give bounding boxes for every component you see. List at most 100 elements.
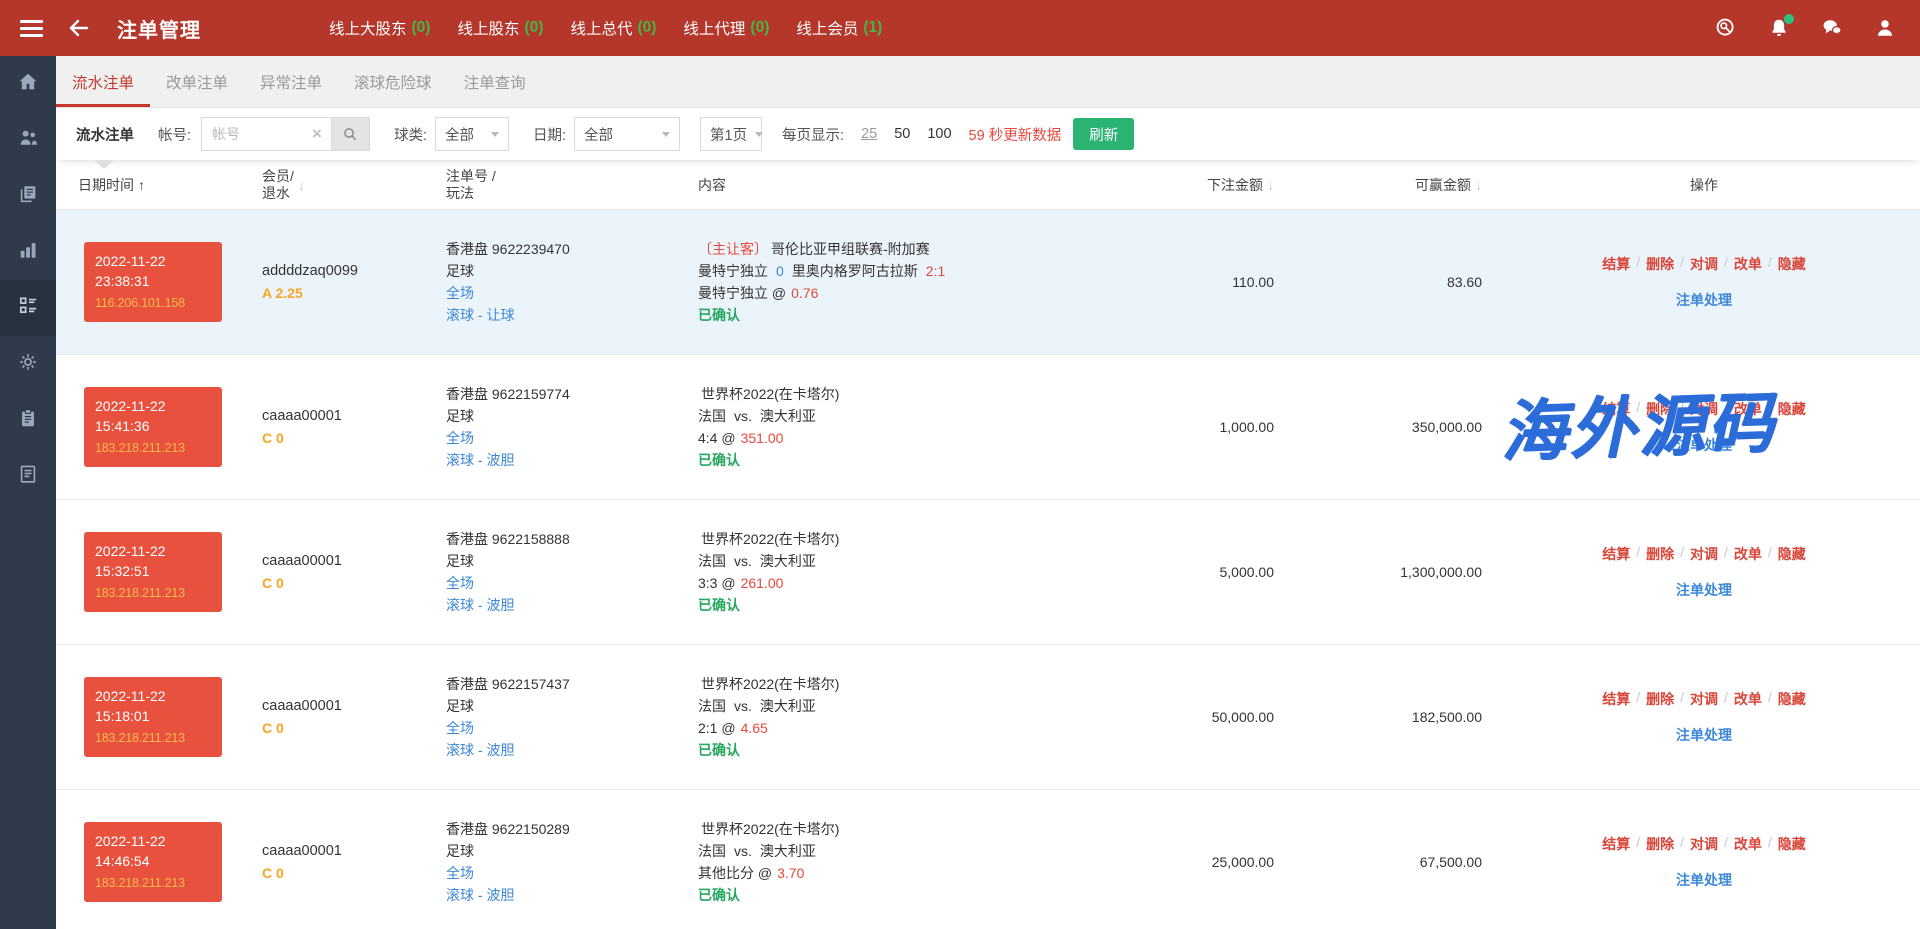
win-amount: 350,000.00 <box>1280 419 1488 435</box>
header-win-amount[interactable]: 可赢金额↓ <box>1280 175 1488 195</box>
refresh-button[interactable]: 刷新 <box>1073 118 1134 150</box>
sidebar-item-logs[interactable] <box>0 448 56 504</box>
member-rebate: C 0 <box>262 430 436 446</box>
nav-online-agent[interactable]: 线上代理(0) <box>683 17 769 39</box>
scope-link[interactable]: 全场 <box>446 717 688 739</box>
modify-link[interactable]: 改单 <box>1734 834 1762 854</box>
top-icons <box>1715 17 1896 39</box>
tab-rolling-danger-ball[interactable]: 滚球危险球 <box>338 56 448 107</box>
hide-link[interactable]: 隐藏 <box>1778 399 1806 419</box>
bet-amount: 50,000.00 <box>1104 709 1280 725</box>
search-icon[interactable] <box>1715 17 1737 39</box>
top-bar: 注单管理 线上大股东(0) 线上股东(0) 线上总代(0) 线上代理(0) 线上… <box>0 0 1920 56</box>
settle-link[interactable]: 结算 <box>1602 254 1630 274</box>
count-badge: (1) <box>863 19 882 37</box>
bet-date: 2022-11-22 <box>95 831 211 851</box>
nav-online-big-shareholder[interactable]: 线上大股东(0) <box>329 17 430 39</box>
sidebar-item-home[interactable] <box>0 56 56 112</box>
page-title: 注单管理 <box>117 14 201 43</box>
league-name: 世界杯2022(在卡塔尔) <box>701 531 839 547</box>
per-page-25[interactable]: 25 <box>861 126 877 142</box>
header-datetime[interactable]: 日期时间↑ <box>56 175 252 195</box>
ball-type-select[interactable]: 全部 <box>435 117 509 151</box>
delete-link[interactable]: 删除 <box>1646 834 1674 854</box>
account-input[interactable] <box>202 126 310 142</box>
clear-icon[interactable]: × <box>310 124 331 144</box>
search-button[interactable] <box>331 118 369 150</box>
menu-icon[interactable] <box>20 16 43 41</box>
member-rebate: C 0 <box>262 720 436 736</box>
notification-dot <box>1784 14 1794 24</box>
tab-abnormal-orders[interactable]: 异常注单 <box>244 56 338 107</box>
process-order-link[interactable]: 注单处理 <box>1488 580 1920 600</box>
sidebar-item-members[interactable] <box>0 112 56 168</box>
swap-link[interactable]: 对调 <box>1690 544 1718 564</box>
settle-link[interactable]: 结算 <box>1602 689 1630 709</box>
nav-online-master-agent[interactable]: 线上总代(0) <box>570 17 656 39</box>
play-type-link[interactable]: 滚球 - 让球 <box>446 304 688 326</box>
main-content: 流水注单 改单注单 异常注单 滚球危险球 注单查询 流水注单 帐号: × 球类: <box>56 56 1920 929</box>
delete-link[interactable]: 删除 <box>1646 689 1674 709</box>
users-icon <box>17 126 40 154</box>
play-type-link[interactable]: 滚球 - 波胆 <box>446 739 688 761</box>
modify-link[interactable]: 改单 <box>1734 689 1762 709</box>
modify-link[interactable]: 改单 <box>1734 254 1762 274</box>
scope-link[interactable]: 全场 <box>446 572 688 594</box>
date-select[interactable]: 全部 <box>574 117 680 151</box>
nav-online-member[interactable]: 线上会员(1) <box>796 17 882 39</box>
settle-link[interactable]: 结算 <box>1602 399 1630 419</box>
sidebar-item-statistics[interactable] <box>0 224 56 280</box>
scope-link[interactable]: 全场 <box>446 282 688 304</box>
hide-link[interactable]: 隐藏 <box>1778 689 1806 709</box>
bet-date: 2022-11-22 <box>95 396 211 416</box>
swap-link[interactable]: 对调 <box>1690 399 1718 419</box>
tab-modified-orders[interactable]: 改单注单 <box>150 56 244 107</box>
delete-link[interactable]: 删除 <box>1646 399 1674 419</box>
delete-link[interactable]: 删除 <box>1646 544 1674 564</box>
league-name: 世界杯2022(在卡塔尔) <box>701 821 839 837</box>
process-order-link[interactable]: 注单处理 <box>1488 435 1920 455</box>
filter-bar: 流水注单 帐号: × 球类: 全部 日期: 全部 第1页 每页显示: 25 50 <box>56 108 1920 160</box>
tab-order-query[interactable]: 注单查询 <box>448 56 542 107</box>
sidebar-item-settings[interactable] <box>0 336 56 392</box>
swap-link[interactable]: 对调 <box>1690 254 1718 274</box>
order-sport: 足球 <box>446 550 688 572</box>
swap-link[interactable]: 对调 <box>1690 689 1718 709</box>
order-market: 香港盘 9622157437 <box>446 673 688 695</box>
win-amount: 83.60 <box>1280 274 1488 290</box>
header-bet-amount[interactable]: 下注金额↓ <box>1104 175 1280 195</box>
modify-link[interactable]: 改单 <box>1734 399 1762 419</box>
nav-online-shareholder[interactable]: 线上股东(0) <box>457 17 543 39</box>
settle-link[interactable]: 结算 <box>1602 544 1630 564</box>
modify-link[interactable]: 改单 <box>1734 544 1762 564</box>
process-order-link[interactable]: 注单处理 <box>1488 290 1920 310</box>
row-actions: 结算/ 删除/ 对调/ 改单/ 隐藏 <box>1488 399 1920 419</box>
sidebar-item-reports[interactable] <box>0 168 56 224</box>
user-icon[interactable] <box>1874 17 1896 39</box>
header-member-rebate[interactable]: 会员/退水↓ <box>252 168 436 202</box>
page-select[interactable]: 第1页 <box>700 117 762 151</box>
notifications-icon[interactable] <box>1768 17 1790 39</box>
play-type-link[interactable]: 滚球 - 波胆 <box>446 449 688 471</box>
tab-flow-orders[interactable]: 流水注单 <box>56 56 150 107</box>
play-type-link[interactable]: 滚球 - 波胆 <box>446 884 688 906</box>
per-page-50[interactable]: 50 <box>894 126 910 142</box>
hide-link[interactable]: 隐藏 <box>1778 544 1806 564</box>
hide-link[interactable]: 隐藏 <box>1778 834 1806 854</box>
messages-icon[interactable] <box>1821 17 1843 39</box>
process-order-link[interactable]: 注单处理 <box>1488 725 1920 745</box>
sidebar-item-tasks[interactable] <box>0 392 56 448</box>
per-page-100[interactable]: 100 <box>927 126 951 142</box>
delete-link[interactable]: 删除 <box>1646 254 1674 274</box>
home-team: 曼特宁独立 <box>698 263 768 279</box>
settle-link[interactable]: 结算 <box>1602 834 1630 854</box>
sidebar-item-orders[interactable] <box>0 280 56 336</box>
swap-link[interactable]: 对调 <box>1690 834 1718 854</box>
back-icon[interactable] <box>67 16 91 40</box>
process-order-link[interactable]: 注单处理 <box>1488 870 1920 890</box>
scope-link[interactable]: 全场 <box>446 427 688 449</box>
scope-link[interactable]: 全场 <box>446 862 688 884</box>
header-order-play: 注单号 /玩法 <box>436 168 688 202</box>
hide-link[interactable]: 隐藏 <box>1778 254 1806 274</box>
play-type-link[interactable]: 滚球 - 波胆 <box>446 594 688 616</box>
